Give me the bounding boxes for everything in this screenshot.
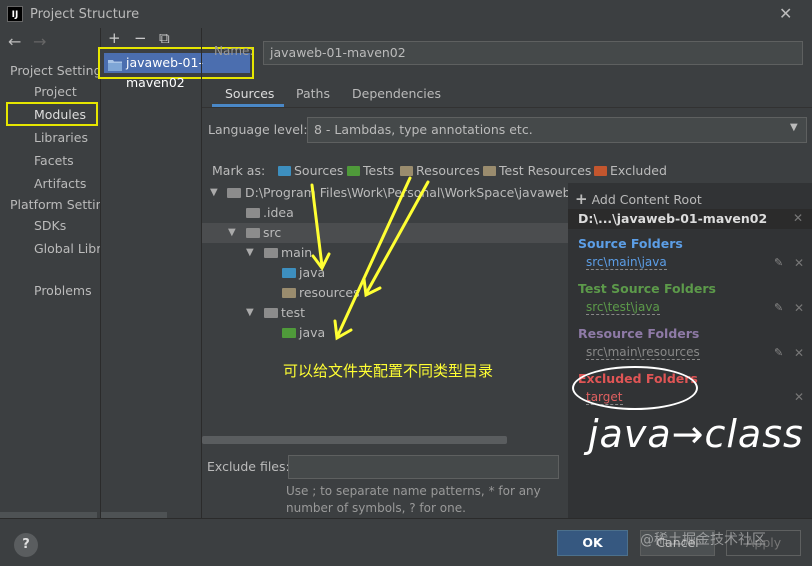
tree-row-label: .idea bbox=[263, 205, 294, 220]
folder-icon bbox=[246, 208, 260, 218]
tree-row-test[interactable]: ▼ test bbox=[202, 303, 568, 323]
excluded-annotation-ellipse bbox=[572, 366, 698, 410]
nav-item-artifacts[interactable]: Artifacts bbox=[34, 176, 98, 191]
mark-excluded-button[interactable]: Excluded bbox=[594, 163, 667, 178]
folder-icon bbox=[264, 308, 278, 318]
remove-module-icon[interactable]: − bbox=[134, 29, 147, 47]
exclude-files-label: Exclude files: bbox=[207, 459, 290, 474]
remove-folder-icon[interactable]: ✕ bbox=[794, 390, 804, 404]
close-icon[interactable]: ✕ bbox=[779, 4, 792, 23]
module-name-field[interactable]: javaweb-01-maven02 bbox=[263, 41, 803, 65]
tree-row-label: resources bbox=[299, 285, 360, 300]
test-source-folder-path[interactable]: src\test\java bbox=[586, 300, 660, 315]
name-label: Name: bbox=[214, 44, 254, 58]
nav-item-project[interactable]: Project bbox=[34, 84, 98, 99]
tree-row-idea[interactable]: .idea bbox=[202, 203, 568, 223]
chevron-down-icon[interactable]: ▼ bbox=[790, 122, 798, 133]
platform-settings-heading: Platform Settings bbox=[10, 197, 100, 212]
exclude-files-input[interactable] bbox=[288, 455, 559, 479]
tree-row-main[interactable]: ▼ main bbox=[202, 243, 568, 263]
tests-folder-icon bbox=[347, 166, 360, 176]
ok-button[interactable]: OK bbox=[557, 530, 628, 556]
mark-test-resources-button[interactable]: Test Resources bbox=[483, 163, 591, 178]
handwritten-annotation: java→class bbox=[588, 412, 804, 456]
folder-icon bbox=[227, 188, 241, 198]
help-button[interactable]: ? bbox=[14, 533, 38, 557]
forward-arrow-icon[interactable]: → bbox=[33, 32, 46, 51]
tree-row-src[interactable]: ▼ src bbox=[202, 223, 568, 243]
plus-icon: + bbox=[575, 190, 588, 208]
chinese-annotation-text: 可以给文件夹配置不同类型目录 bbox=[283, 362, 494, 380]
remove-folder-icon[interactable]: ✕ bbox=[794, 301, 804, 315]
edit-pencil-icon[interactable]: ✎ bbox=[774, 301, 783, 314]
language-level-label: Language level: bbox=[208, 122, 308, 137]
remove-folder-icon[interactable]: ✕ bbox=[794, 256, 804, 270]
resources-folder-icon bbox=[282, 288, 296, 298]
watermark: @稀土掘金技术社区 bbox=[640, 532, 766, 548]
source-folder-icon bbox=[282, 268, 296, 278]
tree-row-resources[interactable]: resources bbox=[202, 283, 568, 303]
language-level-select[interactable]: 8 - Lambdas, type annotations etc. bbox=[307, 117, 807, 143]
mark-sources-button[interactable]: Sources bbox=[278, 163, 343, 178]
tree-row-test-java[interactable]: java bbox=[202, 323, 568, 343]
source-folder-path[interactable]: src\main\java bbox=[586, 255, 667, 270]
nav-item-global-libraries[interactable]: Global Libraries bbox=[34, 241, 100, 256]
module-folder-icon bbox=[108, 57, 122, 77]
nav-item-sdks[interactable]: SDKs bbox=[34, 218, 98, 233]
chevron-down-icon[interactable]: ▼ bbox=[246, 243, 254, 263]
back-arrow-icon[interactable]: ← bbox=[8, 32, 21, 51]
tabs-divider bbox=[202, 107, 812, 108]
source-tree: ▼ D:\Program Files\Work\Personal\WorkSpa… bbox=[202, 183, 583, 443]
resources-folder-icon bbox=[400, 166, 413, 176]
remove-folder-icon[interactable]: ✕ bbox=[794, 346, 804, 360]
module-list-pane bbox=[101, 28, 201, 518]
folder-icon bbox=[264, 248, 278, 258]
resource-folder-path[interactable]: src\main\resources bbox=[586, 345, 700, 360]
copy-module-icon[interactable]: ⧉ bbox=[159, 29, 170, 47]
tree-horizontal-scrollbar[interactable] bbox=[202, 436, 507, 444]
mark-as-label: Mark as: bbox=[212, 163, 266, 178]
window-title: Project Structure bbox=[30, 7, 140, 22]
tree-row-label: java bbox=[299, 265, 326, 280]
remove-content-root-icon[interactable]: ✕ bbox=[793, 211, 803, 225]
edit-pencil-icon[interactable]: ✎ bbox=[774, 346, 783, 359]
tree-row-label: main bbox=[281, 245, 313, 260]
excluded-folder-icon bbox=[594, 166, 607, 176]
resource-folders-title: Resource Folders bbox=[578, 326, 700, 341]
intellij-logo-icon: IJ bbox=[7, 6, 23, 22]
footer-divider bbox=[0, 518, 812, 519]
nav-item-facets[interactable]: Facets bbox=[34, 153, 98, 168]
tab-paths[interactable]: Paths bbox=[296, 86, 330, 101]
tree-row-label: java bbox=[299, 325, 326, 340]
chevron-down-icon[interactable]: ▼ bbox=[246, 303, 254, 323]
sources-folder-icon bbox=[278, 166, 291, 176]
source-folders-title: Source Folders bbox=[578, 236, 683, 251]
edit-pencil-icon[interactable]: ✎ bbox=[774, 256, 783, 269]
content-root-path: D:\...\javaweb-01-maven02 bbox=[578, 211, 768, 226]
test-source-folders-title: Test Source Folders bbox=[578, 281, 716, 296]
tree-row-label: test bbox=[281, 305, 306, 320]
chevron-down-icon[interactable]: ▼ bbox=[210, 183, 218, 203]
nav-item-modules[interactable]: Modules bbox=[34, 107, 94, 122]
exclude-files-help: Use ; to separate name patterns, * for a… bbox=[286, 484, 541, 515]
folder-icon bbox=[246, 228, 260, 238]
tree-row-label: src bbox=[263, 225, 282, 240]
tree-row-main-java[interactable]: java bbox=[202, 263, 568, 283]
test-resources-folder-icon bbox=[483, 166, 496, 176]
mark-tests-button[interactable]: Tests bbox=[347, 163, 394, 178]
add-content-root-button[interactable]: + Add Content Root bbox=[575, 190, 702, 208]
nav-item-problems[interactable]: Problems bbox=[34, 283, 98, 298]
chevron-down-icon[interactable]: ▼ bbox=[228, 223, 236, 243]
project-settings-heading: Project Settings bbox=[10, 63, 106, 78]
tab-dependencies[interactable]: Dependencies bbox=[352, 86, 441, 101]
nav-item-libraries[interactable]: Libraries bbox=[34, 130, 98, 145]
tab-sources[interactable]: Sources bbox=[225, 86, 274, 101]
test-folder-icon bbox=[282, 328, 296, 338]
mark-resources-button[interactable]: Resources bbox=[400, 163, 480, 178]
add-module-icon[interactable]: + bbox=[108, 29, 121, 47]
tree-row-label: D:\Program Files\Work\Personal\WorkSpace… bbox=[245, 185, 584, 200]
tree-row-root[interactable]: ▼ D:\Program Files\Work\Personal\WorkSpa… bbox=[202, 183, 583, 203]
